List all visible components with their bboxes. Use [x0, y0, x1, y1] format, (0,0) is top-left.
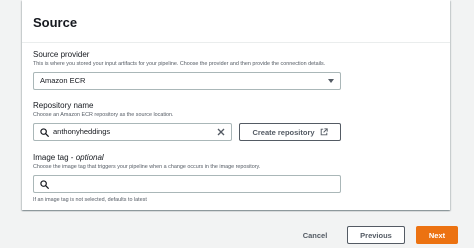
repository-field: Repository name Choose an Amazon ECR rep… — [33, 101, 174, 119]
image-tag-field: Image tag - optional Choose the image ta… — [33, 153, 260, 171]
next-button[interactable]: Next — [416, 226, 458, 244]
source-panel: Source Source provider This is where you… — [22, 0, 450, 210]
clear-icon[interactable] — [216, 127, 226, 137]
section-title: Source — [33, 15, 78, 30]
repository-label: Repository name — [33, 101, 94, 110]
create-repository-button[interactable]: Create repository — [239, 123, 341, 141]
repository-input[interactable]: anthonyheddings — [33, 123, 232, 141]
source-provider-selected: Amazon ECR — [40, 76, 86, 85]
image-tag-label: Image tag - optional — [33, 153, 104, 162]
source-provider-label: Source provider — [33, 50, 90, 59]
external-link-icon — [320, 128, 328, 136]
image-tag-description: Choose the image tag that triggers your … — [33, 164, 261, 170]
source-provider-description: This is where you stored your input arti… — [33, 61, 326, 67]
caret-down-icon — [328, 79, 334, 83]
source-provider-field: Source provider This is where you stored… — [33, 50, 325, 68]
image-tag-hint: If an image tag is not selected, default… — [33, 197, 147, 203]
image-tag-input[interactable] — [33, 175, 341, 193]
cancel-button[interactable]: Cancel — [292, 226, 338, 244]
search-icon — [40, 128, 49, 137]
panel-header: Source — [22, 0, 450, 43]
repository-value: anthonyheddings — [53, 127, 111, 136]
optional-marker: optional — [75, 153, 104, 162]
source-provider-select[interactable]: Amazon ECR — [33, 72, 341, 90]
create-repository-label: Create repository — [252, 127, 315, 137]
search-icon — [40, 180, 49, 189]
repository-description: Choose an Amazon ECR repository as the s… — [33, 112, 174, 118]
previous-button[interactable]: Previous — [347, 226, 405, 244]
